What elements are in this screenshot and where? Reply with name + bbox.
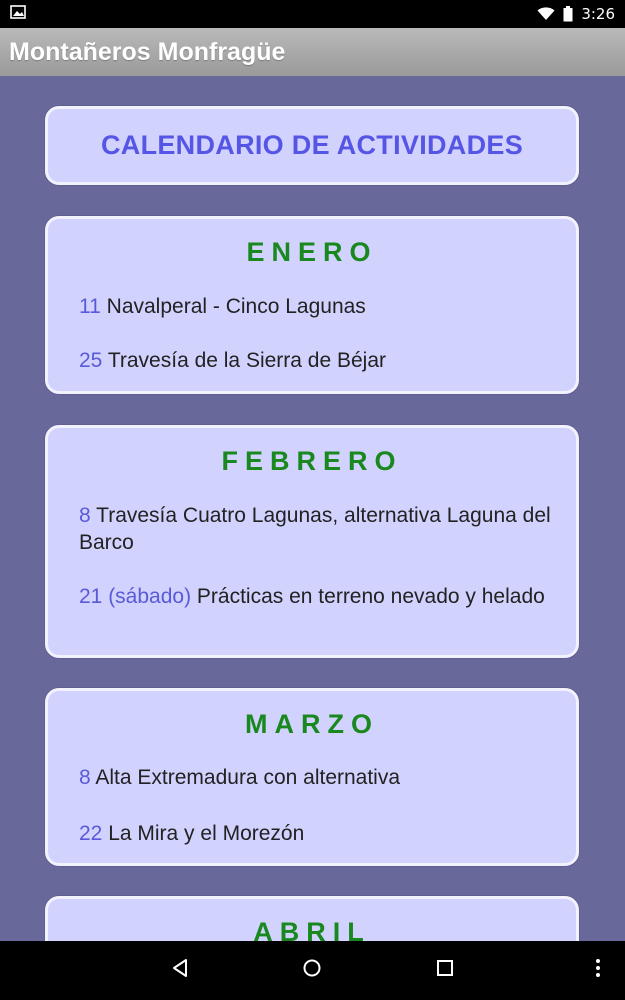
status-bar: 3:26	[0, 0, 625, 28]
activity-text: Travesía de la Sierra de Béjar	[107, 349, 387, 372]
calendar-scroll-area[interactable]: CALENDARIO DE ACTIVIDADES ENERO 11 Naval…	[0, 76, 625, 941]
activity-item: 11 Navalperal - Cinco Lagunas	[79, 293, 556, 320]
activity-item: 8 Travesía Cuatro Lagunas, alternativa L…	[79, 502, 556, 556]
activity-day: 8	[79, 504, 91, 527]
screen: 3:26 Montañeros Monfragüe CALENDARIO DE …	[0, 0, 625, 1000]
battery-icon	[563, 6, 573, 22]
home-button[interactable]	[282, 941, 342, 1000]
action-bar: Montañeros Monfragüe	[0, 28, 625, 76]
recents-icon	[436, 959, 454, 982]
activity-item: 8 Alta Extremadura con alternativa	[79, 764, 556, 791]
menu-icon	[595, 958, 601, 983]
activity-text: Travesía Cuatro Lagunas, alternativa Lag…	[79, 504, 551, 554]
activity-text: Alta Extremadura con alternativa	[95, 766, 401, 789]
month-title: FEBRERO	[221, 446, 403, 476]
back-icon	[171, 958, 189, 983]
navigation-bar	[0, 941, 625, 1000]
recents-button[interactable]	[415, 941, 475, 1000]
wifi-icon	[537, 7, 555, 21]
activity-day: 22	[79, 822, 103, 845]
app-title: Montañeros Monfragüe	[9, 37, 286, 66]
back-button[interactable]	[150, 941, 210, 1000]
calendar-title-card: CALENDARIO DE ACTIVIDADES	[45, 106, 579, 185]
month-card-enero: ENERO 11 Navalperal - Cinco Lagunas 25 T…	[45, 216, 579, 394]
month-title: MARZO	[245, 709, 379, 739]
activity-text: Navalperal - Cinco Lagunas	[106, 295, 366, 318]
status-time: 3:26	[581, 5, 615, 23]
activity-day: 21 (sábado)	[79, 585, 192, 608]
month-card-marzo: MARZO 8 Alta Extremadura con alternativa…	[45, 688, 579, 866]
activity-day: 11	[79, 295, 101, 318]
image-notification-icon	[10, 5, 26, 23]
activity-text: Prácticas en terreno nevado y helado	[196, 585, 545, 608]
activity-day: 25	[79, 349, 103, 372]
activity-text: La Mira y el Morezón	[108, 822, 305, 845]
month-title: ENERO	[246, 237, 378, 267]
activity-day: 8	[79, 766, 91, 789]
home-icon	[302, 958, 322, 983]
activity-item: 22 La Mira y el Morezón	[79, 820, 556, 847]
activity-item: 21 (sábado) Prácticas en terreno nevado …	[79, 583, 556, 610]
activity-item: 25 Travesía de la Sierra de Béjar	[79, 347, 556, 374]
month-card-abril: ABRIL	[45, 896, 579, 941]
overflow-menu-button[interactable]	[580, 941, 616, 1000]
month-card-febrero: FEBRERO 8 Travesía Cuatro Lagunas, alter…	[45, 425, 579, 658]
month-title: ABRIL	[253, 917, 371, 941]
calendar-title: CALENDARIO DE ACTIVIDADES	[100, 130, 524, 160]
